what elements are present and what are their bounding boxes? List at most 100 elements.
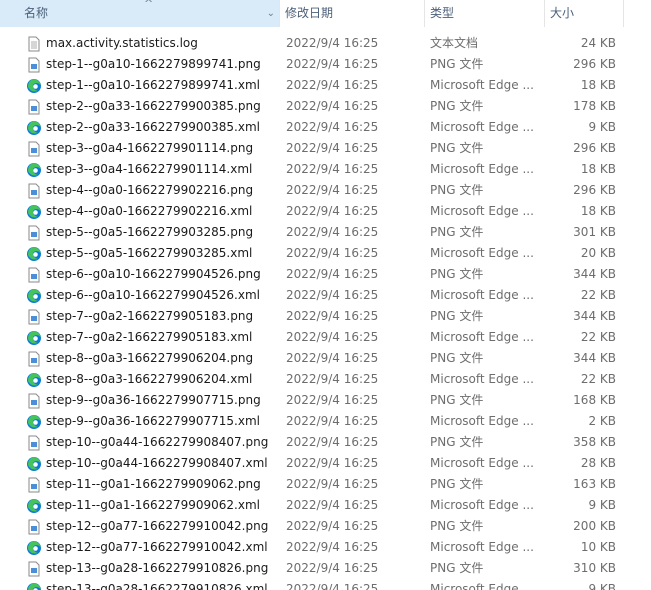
file-modified-date: 2022/9/4 16:25: [286, 183, 379, 197]
file-row[interactable]: step-9--g0a36-1662279907715.png 2022/9/4 …: [0, 390, 651, 411]
edge-icon: [26, 204, 42, 220]
file-name: step-9--g0a36-1662279907715.xml: [46, 414, 260, 428]
file-name: step-6--g0a10-1662279904526.xml: [46, 288, 260, 302]
edge-icon: [26, 330, 42, 346]
file-size: 18 KB: [580, 204, 616, 218]
file-row[interactable]: step-1--g0a10-1662279899741.png 2022/9/4 …: [0, 54, 651, 75]
column-header-name[interactable]: ^ 名称 ⌄: [0, 0, 279, 27]
file-row[interactable]: step-3--g0a4-1662279901114.png 2022/9/4 1…: [0, 138, 651, 159]
file-name: step-12--g0a77-1662279910042.xml: [46, 540, 268, 554]
edge-icon: [26, 498, 42, 514]
file-size: 296 KB: [573, 183, 616, 197]
file-row[interactable]: step-5--g0a5-1662279903285.png 2022/9/4 1…: [0, 222, 651, 243]
file-row[interactable]: step-3--g0a4-1662279901114.xml 2022/9/4 1…: [0, 159, 651, 180]
file-icon-cell: [26, 390, 42, 411]
file-type: Microsoft Edge ...: [430, 120, 534, 134]
file-row[interactable]: step-12--g0a77-1662279910042.xml 2022/9/4…: [0, 537, 651, 558]
file-row[interactable]: step-12--g0a77-1662279910042.png 2022/9/4…: [0, 516, 651, 537]
file-row[interactable]: step-13--g0a28-1662279910826.png 2022/9/4…: [0, 558, 651, 579]
file-type: PNG 文件: [430, 561, 484, 575]
file-name: step-10--g0a44-1662279908407.png: [46, 435, 269, 449]
file-name: step-4--g0a0-1662279902216.png: [46, 183, 254, 197]
file-row[interactable]: step-6--g0a10-1662279904526.png 2022/9/4 …: [0, 264, 651, 285]
file-type: Microsoft Edge ...: [430, 372, 534, 386]
column-header-type[interactable]: 类型: [424, 0, 544, 27]
column-header-date[interactable]: 修改日期: [279, 0, 424, 27]
file-type: Microsoft Edge ...: [430, 456, 534, 470]
file-type: Microsoft Edge ...: [430, 330, 534, 344]
file-name: step-3--g0a4-1662279901114.xml: [46, 162, 253, 176]
file-row[interactable]: max.activity.statistics.log 2022/9/4 16:2…: [0, 33, 651, 54]
file-size: 310 KB: [573, 561, 616, 575]
file-size: 18 KB: [580, 78, 616, 92]
png-file-icon: [26, 561, 42, 577]
edge-icon: [26, 120, 42, 136]
file-row[interactable]: step-10--g0a44-1662279908407.png 2022/9/4…: [0, 432, 651, 453]
edge-icon: [26, 372, 42, 388]
file-row[interactable]: step-10--g0a44-1662279908407.xml 2022/9/4…: [0, 453, 651, 474]
file-row[interactable]: step-4--g0a0-1662279902216.xml 2022/9/4 1…: [0, 201, 651, 222]
text-file-icon: [26, 36, 42, 52]
file-size: 344 KB: [573, 267, 616, 281]
file-icon-cell: [26, 474, 42, 495]
file-modified-date: 2022/9/4 16:25: [286, 351, 379, 365]
edge-icon: [26, 162, 42, 178]
file-row[interactable]: step-2--g0a33-1662279900385.xml 2022/9/4 …: [0, 117, 651, 138]
chevron-down-icon[interactable]: ⌄: [267, 0, 275, 27]
column-header-type-label: 类型: [430, 6, 455, 20]
file-type: 文本文档: [430, 36, 479, 50]
file-icon-cell: [26, 285, 42, 306]
file-icon-cell: [26, 306, 42, 327]
file-row[interactable]: step-2--g0a33-1662279900385.png 2022/9/4 …: [0, 96, 651, 117]
file-name: step-4--g0a0-1662279902216.xml: [46, 204, 253, 218]
file-modified-date: 2022/9/4 16:25: [286, 498, 379, 512]
file-modified-date: 2022/9/4 16:25: [286, 456, 379, 470]
file-row[interactable]: step-11--g0a1-1662279909062.xml 2022/9/4 …: [0, 495, 651, 516]
file-type: PNG 文件: [430, 99, 484, 113]
file-row[interactable]: step-8--g0a3-1662279906204.xml 2022/9/4 1…: [0, 369, 651, 390]
file-row[interactable]: step-13--g0a28-1662279910826.xml 2022/9/4…: [0, 579, 651, 590]
file-modified-date: 2022/9/4 16:25: [286, 36, 379, 50]
file-icon-cell: [26, 369, 42, 390]
file-row[interactable]: step-7--g0a2-1662279905183.png 2022/9/4 1…: [0, 306, 651, 327]
file-row[interactable]: step-11--g0a1-1662279909062.png 2022/9/4 …: [0, 474, 651, 495]
file-type: Microsoft Edge ...: [430, 540, 534, 554]
png-file-icon: [26, 141, 42, 157]
file-type: Microsoft Edge ...: [430, 162, 534, 176]
file-size: 200 KB: [573, 519, 616, 533]
file-icon-cell: [26, 117, 42, 138]
file-size: 22 KB: [580, 372, 616, 386]
file-icon-cell: [26, 537, 42, 558]
file-icon-cell: [26, 33, 42, 54]
file-row[interactable]: step-1--g0a10-1662279899741.xml 2022/9/4 …: [0, 75, 651, 96]
file-name: step-2--g0a33-1662279900385.xml: [46, 120, 260, 134]
png-file-icon: [26, 267, 42, 283]
column-header-bar: ^ 名称 ⌄ 修改日期 类型 大小: [0, 0, 651, 27]
file-modified-date: 2022/9/4 16:25: [286, 582, 379, 590]
file-modified-date: 2022/9/4 16:25: [286, 330, 379, 344]
file-name: step-11--g0a1-1662279909062.xml: [46, 498, 260, 512]
file-row[interactable]: step-8--g0a3-1662279906204.png 2022/9/4 1…: [0, 348, 651, 369]
file-size: 296 KB: [573, 141, 616, 155]
file-row[interactable]: step-6--g0a10-1662279904526.xml 2022/9/4 …: [0, 285, 651, 306]
column-header-name-label: 名称: [24, 6, 49, 20]
file-size: 28 KB: [580, 456, 616, 470]
file-row[interactable]: step-4--g0a0-1662279902216.png 2022/9/4 1…: [0, 180, 651, 201]
column-header-size[interactable]: 大小: [544, 0, 624, 27]
file-icon-cell: [26, 432, 42, 453]
file-modified-date: 2022/9/4 16:25: [286, 99, 379, 113]
file-row[interactable]: step-5--g0a5-1662279903285.xml 2022/9/4 1…: [0, 243, 651, 264]
file-row[interactable]: step-7--g0a2-1662279905183.xml 2022/9/4 1…: [0, 327, 651, 348]
file-row[interactable]: step-9--g0a36-1662279907715.xml 2022/9/4 …: [0, 411, 651, 432]
sort-ascending-icon: ^: [144, 0, 154, 10]
png-file-icon: [26, 435, 42, 451]
png-file-icon: [26, 351, 42, 367]
file-type: PNG 文件: [430, 309, 484, 323]
png-file-icon: [26, 57, 42, 73]
file-size: 22 KB: [580, 288, 616, 302]
png-file-icon: [26, 519, 42, 535]
file-type: Microsoft Edge ...: [430, 246, 534, 260]
file-size: 2 KB: [588, 414, 616, 428]
file-type: PNG 文件: [430, 393, 484, 407]
file-name: step-9--g0a36-1662279907715.png: [46, 393, 261, 407]
